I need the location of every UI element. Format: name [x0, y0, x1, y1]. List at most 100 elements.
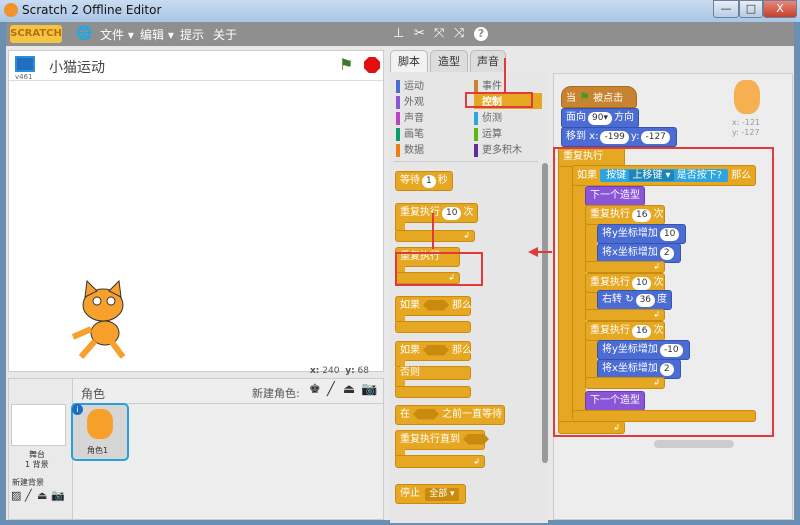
category-left-3[interactable]: 画笔: [396, 125, 424, 141]
current-sprite-icon: [734, 80, 760, 114]
new-backdrop-label: 新建背景: [12, 478, 44, 487]
category-left-4[interactable]: 数据: [396, 141, 424, 157]
category-label: 事件: [482, 81, 502, 92]
script-highlight: [553, 147, 774, 437]
help-icon[interactable]: ?: [474, 27, 488, 41]
category-label: 运算: [482, 129, 502, 140]
camera-sprite-icon[interactable]: 📷: [361, 382, 377, 397]
category-color-swatch: [474, 127, 478, 141]
if-then-end: [395, 321, 471, 333]
menu-tips[interactable]: 提示: [180, 26, 204, 43]
category-label: 运动: [404, 81, 424, 92]
category-label: 数据: [404, 145, 424, 156]
control-category-highlight: [465, 92, 533, 108]
repeat-until-end: ↲: [395, 455, 485, 468]
upload-backdrop-icon[interactable]: ⏏: [37, 489, 47, 502]
green-flag-icon: ⚑: [579, 90, 590, 104]
category-color-swatch: [474, 111, 478, 125]
menu-file[interactable]: 文件 ▾: [100, 26, 134, 43]
category-color-swatch: [396, 143, 400, 157]
category-right-0[interactable]: 事件: [474, 77, 542, 93]
sprite-library-icon[interactable]: ♚: [309, 382, 321, 397]
new-sprite-label: 新建角色:: [252, 387, 300, 400]
category-left-1[interactable]: 外观: [396, 93, 424, 109]
tab-costumes[interactable]: 造型: [430, 50, 468, 72]
cat-sprite[interactable]: [67, 277, 139, 361]
category-label: 外观: [404, 97, 424, 108]
close-button[interactable]: X: [763, 0, 797, 18]
if-else-end: [395, 386, 471, 398]
stage-header: v461 小猫运动 ⚑: [9, 51, 383, 81]
title-bar: Scratch 2 Offline Editor — □ X: [0, 0, 800, 22]
category-color-swatch: [396, 111, 400, 125]
cut-icon[interactable]: ✂: [414, 26, 425, 41]
stop-icon[interactable]: [364, 57, 380, 73]
wait-block[interactable]: 等待 1 秒: [395, 171, 453, 191]
globe-icon[interactable]: 🌐: [76, 26, 92, 41]
category-left-0[interactable]: 运动: [396, 77, 424, 93]
stage-thumbnail[interactable]: [11, 404, 66, 446]
grow-icon[interactable]: ⤧: [434, 26, 444, 41]
category-left-2[interactable]: 声音: [396, 109, 424, 125]
category-color-swatch: [396, 127, 400, 141]
menu-edit[interactable]: 编辑 ▾: [140, 26, 174, 43]
go-to-xy-block[interactable]: 移到 x: -199 y: -127: [561, 127, 677, 147]
sprite-name: 角色1: [87, 446, 109, 455]
mouse-coords: x: 240 y: 68: [310, 366, 369, 376]
category-right-2[interactable]: 侦测: [474, 109, 542, 125]
palette-scrollbar[interactable]: [542, 163, 548, 463]
project-title[interactable]: 小猫运动: [49, 57, 105, 77]
green-flag-icon[interactable]: ⚑: [339, 55, 353, 74]
category-label: 声音: [404, 113, 424, 124]
category-right-3[interactable]: 运算: [474, 125, 542, 141]
sprites-panel: 角色 新建角色: ♚ ╱ ⏏ 📷 舞台 1 背景 新建背景 ▨ ╱ ⏏ 📷 i …: [8, 378, 384, 520]
cat-thumbnail: [87, 409, 113, 439]
shrink-icon[interactable]: ⤨: [454, 26, 464, 41]
backdrop-count: 1 背景: [25, 460, 49, 469]
arrow-to-control: [504, 58, 506, 94]
repeat-block[interactable]: 重复执行 10 次: [395, 203, 479, 223]
when-flag-clicked-block[interactable]: 当 ⚑ 被点击: [561, 86, 637, 108]
upload-sprite-icon[interactable]: ⏏: [343, 382, 355, 397]
category-right-4[interactable]: 更多积木: [474, 141, 542, 157]
window-title: Scratch 2 Offline Editor: [22, 3, 162, 17]
sprite-y: y: -127: [732, 128, 760, 137]
if-then-block[interactable]: 如果 那么: [395, 296, 472, 316]
stage[interactable]: v461 小猫运动 ⚑: [8, 50, 384, 372]
paint-sprite-icon[interactable]: ╱: [327, 382, 335, 397]
category-label: 更多积木: [482, 145, 522, 156]
camera-backdrop-icon[interactable]: 📷: [51, 489, 65, 502]
else-label: 否则: [395, 366, 471, 380]
arrow-to-forever: [432, 213, 434, 249]
if-else-block[interactable]: 如果 那么: [395, 341, 472, 361]
arrow-head-icon: [528, 247, 538, 257]
category-color-swatch: [474, 79, 478, 93]
forever-block-highlight: [395, 252, 483, 286]
scratch-logo[interactable]: SCRATCH: [10, 25, 62, 43]
version-label: v461: [15, 73, 33, 81]
stop-block[interactable]: 停止 全部 ▾: [395, 484, 466, 504]
menu-about[interactable]: 关于: [213, 26, 237, 43]
sprite-thumbnail[interactable]: i 角色1: [71, 403, 129, 461]
tab-sounds[interactable]: 声音: [470, 50, 506, 72]
backdrop-library-icon[interactable]: ▨: [11, 489, 21, 502]
paint-backdrop-icon[interactable]: ╱: [25, 489, 32, 502]
app-icon: [4, 3, 18, 17]
menu-bar: SCRATCH 🌐 文件 ▾ 编辑 ▾ 提示 关于 ⊥ ✂ ⤧ ⤨ ?: [6, 22, 794, 46]
minimize-button[interactable]: —: [713, 0, 739, 18]
tab-scripts[interactable]: 脚本: [390, 50, 428, 72]
duplicate-stamp-icon[interactable]: ⊥: [393, 26, 404, 41]
info-icon[interactable]: i: [72, 404, 83, 415]
category-color-swatch: [474, 143, 478, 157]
category-color-swatch: [396, 95, 400, 109]
category-label: 画笔: [404, 129, 424, 140]
sprites-header: 角色: [81, 387, 106, 401]
scripts-scrollbar[interactable]: [654, 440, 734, 448]
maximize-button[interactable]: □: [739, 0, 763, 18]
repeat-block-end: ↲: [395, 230, 475, 242]
category-label: 侦测: [482, 113, 502, 124]
wait-until-block[interactable]: 在之前一直等待: [395, 405, 505, 425]
point-direction-block[interactable]: 面向 90▾ 方向: [561, 108, 639, 128]
fullscreen-icon[interactable]: [15, 56, 35, 72]
repeat-until-block[interactable]: 重复执行直到: [395, 430, 489, 450]
